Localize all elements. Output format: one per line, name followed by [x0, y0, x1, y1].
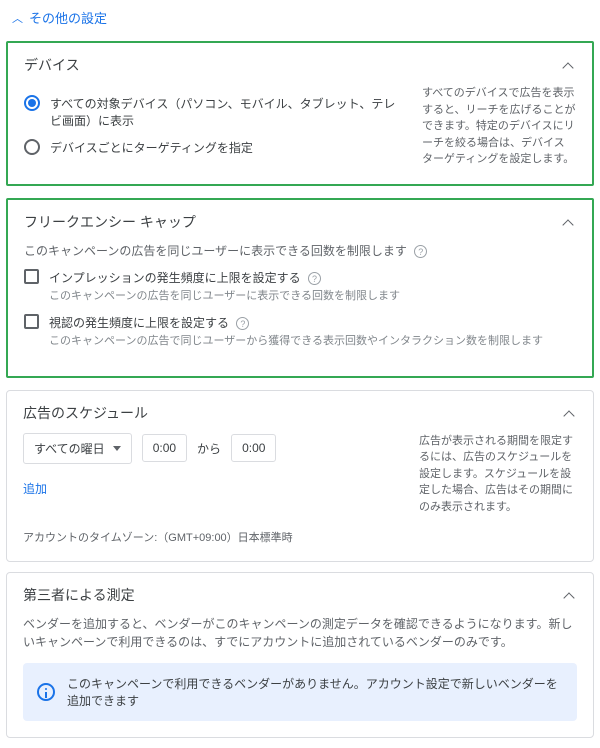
vendor-info-box: このキャンペーンで利用できるベンダーがありません。アカウント設定で新しいベンダー…: [23, 663, 577, 721]
device-option-all[interactable]: すべての対象デバイス（パソコン、モバイル、タブレット、テレビ画面）に表示: [24, 95, 404, 129]
devices-help-text: すべてのデバイスで広告を表示すると、リーチを広げることができます。特定のデバイス…: [422, 85, 576, 168]
chevron-up-icon: [562, 215, 576, 229]
schedule-help-text: 広告が表示される期間を限定するには、広告のスケジュールを設定します。スケジュール…: [419, 433, 577, 516]
ad-schedule-panel: 広告のスケジュール すべての曜日 0:00 から 0:00: [6, 390, 594, 563]
help-icon[interactable]: ?: [236, 317, 249, 330]
chevron-up-icon: [562, 58, 576, 72]
help-icon[interactable]: ?: [308, 272, 321, 285]
time-from-input[interactable]: 0:00: [142, 434, 187, 462]
devices-highlight: デバイス すべての対象デバイス（パソコン、モバイル、タブレット、テレビ画面）に表…: [6, 41, 594, 186]
viewable-cap-option[interactable]: 視認の発生頻度に上限を設定する ? このキャンペーンの広告で同じユーザーから獲得…: [24, 314, 576, 350]
radio-icon: [24, 95, 40, 111]
third-party-title: 第三者による測定: [23, 585, 135, 605]
device-option-label: デバイスごとにターゲティングを指定: [50, 139, 253, 156]
third-party-header[interactable]: 第三者による測定: [7, 573, 593, 615]
add-schedule-link[interactable]: 追加: [23, 480, 403, 497]
other-settings-label: その他の設定: [29, 8, 107, 27]
chevron-up-icon: [563, 588, 577, 602]
time-to-value: 0:00: [242, 441, 265, 455]
chevron-up-icon: ︿: [12, 10, 23, 26]
timezone-note: アカウントのタイムゾーン:（GMT+09:00）日本標準時: [23, 529, 577, 545]
other-settings-toggle[interactable]: ︿ その他の設定: [0, 0, 600, 35]
radio-icon: [24, 139, 40, 155]
time-to-input[interactable]: 0:00: [231, 434, 276, 462]
impression-cap-option[interactable]: インプレッションの発生頻度に上限を設定する ? このキャンペーンの広告を同じユー…: [24, 269, 576, 305]
devices-title: デバイス: [24, 55, 80, 75]
info-icon: [37, 683, 55, 701]
third-party-panel: 第三者による測定 ベンダーを追加すると、ベンダーがこのキャンペーンの測定データを…: [6, 572, 594, 738]
impression-cap-sub: このキャンペーンの広告を同じユーザーに表示できる回数を制限します: [49, 288, 400, 305]
day-select-value: すべての曜日: [34, 440, 105, 457]
viewable-cap-label: 視認の発生頻度に上限を設定する: [49, 316, 229, 330]
frequency-cap-description: このキャンペーンの広告を同じユーザーに表示できる回数を制限します: [24, 244, 407, 258]
day-select[interactable]: すべての曜日: [23, 433, 132, 464]
device-option-specific[interactable]: デバイスごとにターゲティングを指定: [24, 139, 404, 156]
viewable-cap-sub: このキャンペーンの広告で同じユーザーから獲得できる表示回数やインタラクション数を…: [49, 333, 543, 350]
ad-schedule-header[interactable]: 広告のスケジュール: [7, 391, 593, 433]
checkbox-icon: [24, 269, 39, 284]
devices-header[interactable]: デバイス: [8, 43, 592, 85]
frequency-cap-header[interactable]: フリークエンシー キャップ: [8, 200, 592, 242]
impression-cap-label: インプレッションの発生頻度に上限を設定する: [49, 271, 301, 285]
help-icon[interactable]: ?: [414, 245, 427, 258]
from-label: から: [197, 440, 221, 457]
third-party-description: ベンダーを追加すると、ベンダーがこのキャンペーンの測定データを確認できるようにな…: [23, 615, 577, 651]
device-option-label: すべての対象デバイス（パソコン、モバイル、タブレット、テレビ画面）に表示: [50, 95, 404, 129]
ad-schedule-title: 広告のスケジュール: [23, 403, 148, 423]
frequency-cap-title: フリークエンシー キャップ: [24, 212, 196, 232]
chevron-up-icon: [563, 406, 577, 420]
frequency-cap-panel: フリークエンシー キャップ このキャンペーンの広告を同じユーザーに表示できる回数…: [8, 200, 592, 376]
time-from-value: 0:00: [153, 441, 176, 455]
frequency-cap-highlight: フリークエンシー キャップ このキャンペーンの広告を同じユーザーに表示できる回数…: [6, 198, 594, 378]
chevron-down-icon: [113, 446, 121, 451]
checkbox-icon: [24, 314, 39, 329]
vendor-info-text: このキャンペーンで利用できるベンダーがありません。アカウント設定で新しいベンダー…: [67, 675, 563, 709]
devices-panel: デバイス すべての対象デバイス（パソコン、モバイル、タブレット、テレビ画面）に表…: [8, 43, 592, 184]
